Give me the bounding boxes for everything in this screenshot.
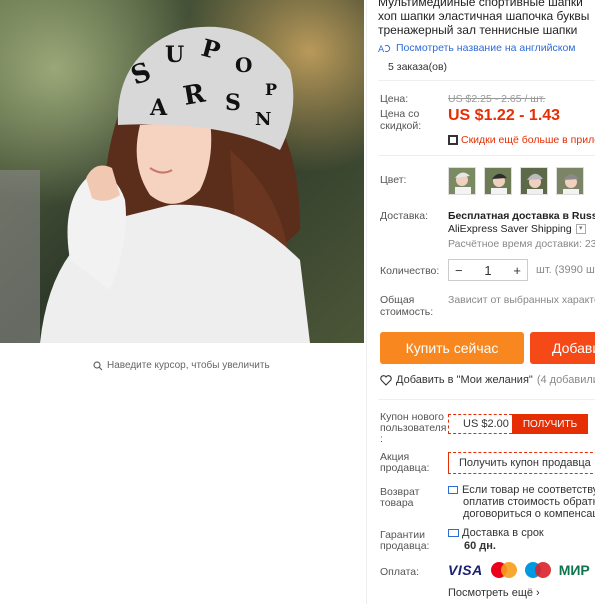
returns-line-2: оплатив стоимость обратной bbox=[463, 496, 595, 508]
price-label: Цена: bbox=[380, 93, 409, 105]
wishlist-label: Добавить в "Мои желания" bbox=[396, 374, 533, 386]
color-label: Цвет: bbox=[380, 174, 407, 186]
total-value: Зависит от выбранных характер bbox=[448, 294, 595, 306]
product-title-line-2: хоп шапки эластичная шапочка буквы bbox=[378, 9, 590, 23]
color-variants bbox=[448, 167, 584, 195]
guarantee-label-2: продавца: bbox=[380, 540, 430, 552]
svg-text:U: U bbox=[165, 42, 184, 68]
coupon-amount: US $2.00 bbox=[448, 414, 512, 434]
discount-price: US $1.22 - 1.43 bbox=[448, 107, 561, 124]
heart-icon bbox=[380, 374, 392, 386]
color-variant-thumb[interactable] bbox=[556, 167, 584, 195]
delivery-truck-icon bbox=[448, 529, 459, 537]
quantity-stepper: − 1 + bbox=[448, 259, 528, 281]
guarantee-info: Доставка в срок 60 дн. bbox=[448, 527, 544, 553]
new-user-coupon-label-3: : bbox=[380, 433, 383, 445]
mir-logo-icon: МИР bbox=[558, 562, 590, 578]
shipping-method-select[interactable]: AliExpress Saver Shipping ▾ bbox=[448, 223, 586, 235]
divider bbox=[378, 399, 595, 400]
translate-title-link[interactable]: A Посмотреть название на английском bbox=[378, 42, 576, 54]
get-coupon-button[interactable]: ПОЛУЧИТЬ bbox=[512, 414, 588, 434]
visa-logo-icon: VISA bbox=[448, 562, 483, 578]
product-image[interactable]: S U P O A R S N P bbox=[0, 0, 364, 343]
shipping-method: AliExpress Saver Shipping bbox=[448, 223, 572, 235]
add-to-cart-button[interactable]: Добави bbox=[530, 332, 595, 364]
product-title-line-1: Мультимедийные спортивные шапки bbox=[378, 0, 583, 9]
buy-now-button[interactable]: Купить сейчас bbox=[380, 332, 524, 364]
shipping-destination: Бесплатная доставка в Russian bbox=[448, 210, 595, 222]
new-user-coupon: US $2.00 ПОЛУЧИТЬ bbox=[448, 414, 588, 434]
guarantee-line-1: Доставка в срок bbox=[462, 527, 544, 539]
add-to-wishlist-link[interactable]: Добавить в "Мои желания" (4 добавили) ▾ bbox=[380, 374, 595, 386]
discount-price-label: Цена со скидкой: bbox=[380, 108, 422, 132]
returns-line-1: Если товар не соответствует bbox=[462, 484, 595, 496]
app-discount-link[interactable]: Скидки ещё больше в прилож bbox=[448, 134, 595, 146]
column-divider bbox=[366, 0, 367, 604]
qr-code-icon bbox=[448, 135, 458, 145]
magnifier-icon bbox=[93, 360, 103, 370]
quantity-decrease-button[interactable]: − bbox=[455, 263, 463, 278]
seller-promo-label-2: продавца: bbox=[380, 462, 430, 474]
app-discount-text: Скидки ещё больше в прилож bbox=[461, 134, 595, 146]
product-title-line-3: тренажерный зал теннисные шапки bbox=[378, 23, 578, 37]
color-variant-thumb[interactable] bbox=[448, 167, 476, 195]
zoom-hint: Наведите курсор, чтобы увеличить bbox=[93, 360, 270, 371]
product-info-panel: Мультимедийные спортивные шапки хоп шапк… bbox=[378, 0, 595, 604]
old-price: US $2.25 - 2.65 / шт. bbox=[448, 93, 546, 105]
returns-label-2: товара bbox=[380, 497, 414, 509]
translate-link-text: Посмотреть название на английском bbox=[396, 42, 576, 54]
guarantee-line-2: 60 дн. bbox=[464, 540, 496, 552]
color-variant-thumb[interactable] bbox=[484, 167, 512, 195]
svg-text:A: A bbox=[149, 95, 168, 121]
svg-text:N: N bbox=[255, 109, 271, 130]
svg-text:P: P bbox=[265, 80, 277, 99]
divider bbox=[378, 155, 595, 156]
quantity-available: шт. (3990 шт. bbox=[536, 264, 595, 276]
new-user-coupon-label-2: пользователя bbox=[380, 422, 447, 434]
maestro-logo-icon bbox=[524, 562, 551, 578]
quantity-label: Количество: bbox=[380, 265, 440, 277]
return-policy-icon bbox=[448, 486, 458, 494]
returns-line-3: договориться о компенсаци bbox=[463, 508, 595, 520]
total-label-line-1: Общая bbox=[380, 294, 415, 306]
translate-icon: A bbox=[378, 45, 391, 54]
quantity-increase-button[interactable]: + bbox=[513, 263, 521, 278]
divider bbox=[378, 80, 595, 81]
seller-coupon-dropdown[interactable]: Получить купон продавца ▼ bbox=[448, 452, 595, 474]
orders-count: 5 заказа(ов) bbox=[388, 61, 448, 73]
chevron-down-icon: ▾ bbox=[575, 224, 586, 234]
svg-text:A: A bbox=[378, 45, 385, 54]
see-more-payment-link[interactable]: Посмотреть ещё › bbox=[448, 587, 540, 599]
zoom-hint-text: Наведите курсор, чтобы увеличить bbox=[107, 360, 270, 371]
shipping-label: Доставка: bbox=[380, 210, 429, 222]
payment-methods: VISA МИР bbox=[448, 562, 590, 578]
color-variant-thumb[interactable] bbox=[520, 167, 548, 195]
seller-coupon-label: Получить купон продавца bbox=[459, 457, 591, 469]
svg-text:S: S bbox=[225, 90, 241, 116]
shipping-eta: Расчётное время доставки: 23-3 bbox=[448, 238, 595, 250]
svg-text:O: O bbox=[235, 53, 252, 77]
wishlist-count: (4 добавили) bbox=[536, 374, 595, 386]
total-label-line-2: стоимость: bbox=[380, 306, 434, 318]
quantity-input[interactable]: 1 bbox=[484, 263, 491, 278]
payment-label: Оплата: bbox=[380, 566, 420, 578]
returns-info: Если товар не соответствует оплатив стои… bbox=[448, 484, 595, 520]
mastercard-logo-icon bbox=[490, 562, 517, 578]
